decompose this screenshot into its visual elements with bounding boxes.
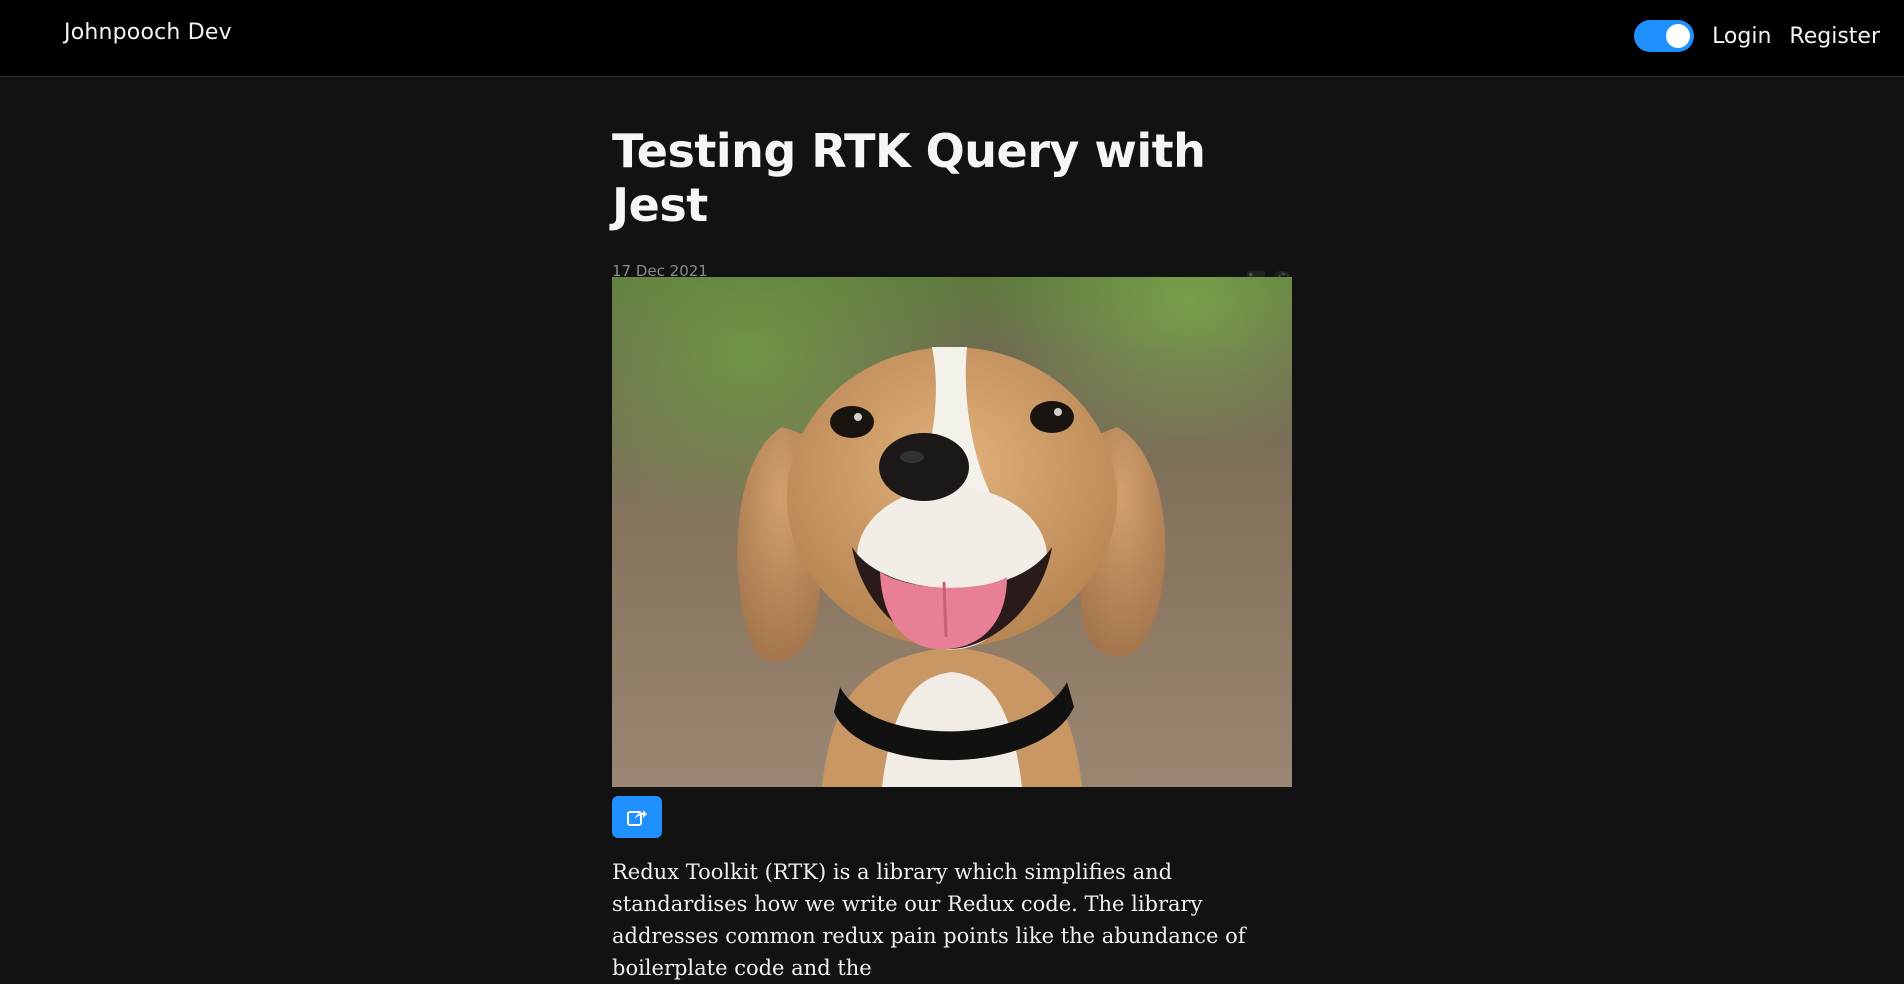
- article-title: Testing RTK Query with Jest: [612, 124, 1206, 232]
- theme-toggle[interactable]: [1634, 20, 1695, 52]
- share-button[interactable]: [612, 796, 662, 838]
- nav-right: Login Register: [1634, 20, 1880, 52]
- beagle-photo: [612, 277, 1292, 787]
- register-link[interactable]: Register: [1789, 24, 1880, 49]
- brand-link[interactable]: Johnpooch Dev: [64, 20, 232, 45]
- share-icon: [627, 810, 647, 826]
- article: Testing RTK Query with Jest 17 Dec 2021: [612, 76, 1292, 980]
- toggle-knob: [1666, 24, 1691, 48]
- top-navbar: Johnpooch Dev Login Register: [0, 0, 1904, 77]
- article-intro: Redux Toolkit (RTK) is a library which s…: [612, 860, 1246, 980]
- article-hero-image: [612, 277, 1292, 787]
- login-link[interactable]: Login: [1712, 24, 1771, 49]
